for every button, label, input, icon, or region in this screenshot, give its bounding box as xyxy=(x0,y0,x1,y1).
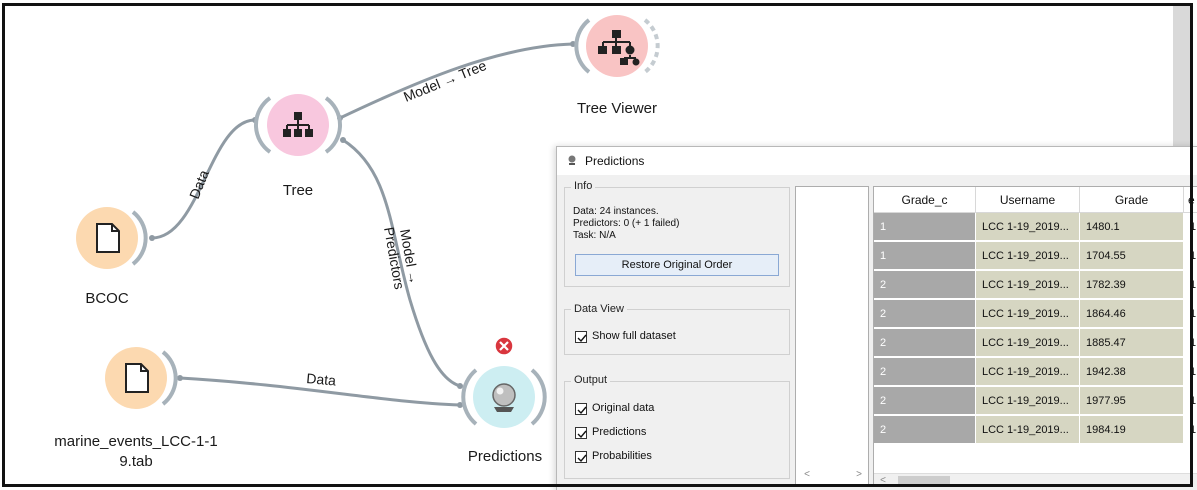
cell-e[interactable]: 1 xyxy=(1184,387,1197,415)
document-icon xyxy=(125,363,149,393)
cell-grade[interactable]: 1942.38 xyxy=(1080,358,1184,386)
node-label-bcoc: BCOC xyxy=(85,290,129,307)
cell-grade[interactable]: 1984.19 xyxy=(1080,416,1184,444)
cell-username[interactable]: LCC 1-19_2019... xyxy=(976,358,1080,386)
info-predictors-line: Predictors: 0 (+ 1 failed) xyxy=(573,218,680,229)
cell-e[interactable]: 1 xyxy=(1184,416,1197,444)
cell-grade[interactable]: 1885.47 xyxy=(1080,329,1184,357)
cell-grade-c[interactable]: 2 xyxy=(874,387,976,415)
cell-grade-c[interactable]: 2 xyxy=(874,300,976,328)
cell-e[interactable]: 1 xyxy=(1184,271,1197,299)
checkbox-label: Probabilities xyxy=(592,450,652,462)
cell-grade[interactable]: 1977.95 xyxy=(1080,387,1184,415)
scroll-right-button[interactable]: > xyxy=(852,468,866,482)
cell-username[interactable]: LCC 1-19_2019... xyxy=(976,329,1080,357)
node-label-marine-line2: 9.tab xyxy=(119,453,153,470)
cell-e[interactable]: 1 xyxy=(1184,300,1197,328)
cell-grade-c[interactable]: 1 xyxy=(874,213,976,241)
control-area: Info Data: 24 instances. Predictors: 0 (… xyxy=(557,175,793,490)
node-label-marine-line1: marine_events_LCC-1-1 xyxy=(54,433,218,450)
node-marine-events[interactable] xyxy=(105,347,178,409)
link-label-marine-predictions: Data xyxy=(306,370,337,389)
checkmark-icon xyxy=(577,454,587,463)
orange-canvas: Data Model → Tree Model → Predictors Dat… xyxy=(0,0,1197,490)
data-table[interactable]: Grade_c Username Grade e 1 LCC 1-19_2019.… xyxy=(873,186,1197,487)
window-titlebar[interactable]: Predictions xyxy=(557,147,1197,175)
predictions-list[interactable]: < > xyxy=(795,186,869,486)
cell-e[interactable]: 1 xyxy=(1184,213,1197,241)
node-predictions[interactable] xyxy=(461,336,547,428)
cell-grade-c[interactable]: 2 xyxy=(874,416,976,444)
scroll-left-button[interactable]: < xyxy=(800,468,814,482)
cell-grade[interactable]: 1704.55 xyxy=(1080,242,1184,270)
cell-e[interactable]: 1 xyxy=(1184,329,1197,357)
cell-grade[interactable]: 1480.1 xyxy=(1080,213,1184,241)
link-anchor xyxy=(340,137,346,143)
restore-original-order-button[interactable]: Restore Original Order xyxy=(575,254,779,276)
scrollbar-thumb[interactable] xyxy=(898,476,950,486)
table-horizontal-scrollbar[interactable]: < xyxy=(874,473,1197,487)
cell-grade[interactable]: 1782.39 xyxy=(1080,271,1184,299)
cell-username[interactable]: LCC 1-19_2019... xyxy=(976,271,1080,299)
column-header-username[interactable]: Username xyxy=(976,187,1080,213)
cell-grade-c[interactable]: 2 xyxy=(874,271,976,299)
checkbox-label: Predictions xyxy=(592,426,647,438)
window-title: Predictions xyxy=(585,154,645,168)
checkbox-label: Original data xyxy=(592,402,655,414)
crystal-ball-icon xyxy=(492,383,516,412)
data-view-group-title: Data View xyxy=(571,303,627,315)
column-header-e[interactable]: e xyxy=(1184,187,1197,213)
checkbox-label: Show full dataset xyxy=(592,330,676,342)
document-icon xyxy=(96,223,120,253)
node-label-tree-viewer: Tree Viewer xyxy=(576,100,658,117)
error-x-icon xyxy=(494,336,514,356)
column-header-grade[interactable]: Grade xyxy=(1080,187,1184,213)
cell-e[interactable]: 1 xyxy=(1184,358,1197,386)
checkbox[interactable] xyxy=(575,403,587,415)
cell-username[interactable]: LCC 1-19_2019... xyxy=(976,242,1080,270)
cell-username[interactable]: LCC 1-19_2019... xyxy=(976,213,1080,241)
info-group-title: Info xyxy=(571,180,596,192)
cell-username[interactable]: LCC 1-19_2019... xyxy=(976,416,1080,444)
column-header-grade-c[interactable]: Grade_c xyxy=(874,187,976,213)
info-task-line: Task: N/A xyxy=(573,230,616,241)
node-label-predictions: Predictions xyxy=(467,448,543,465)
cell-grade-c[interactable]: 2 xyxy=(874,329,976,357)
node-bcoc[interactable] xyxy=(76,207,148,269)
cell-grade-c[interactable]: 1 xyxy=(874,242,976,270)
link-label-bcoc-tree: Data xyxy=(186,168,212,202)
checkbox[interactable] xyxy=(575,427,587,439)
cell-username[interactable]: LCC 1-19_2019... xyxy=(976,387,1080,415)
cell-e[interactable]: 1 xyxy=(1184,242,1197,270)
node-tree[interactable] xyxy=(253,94,343,156)
cell-grade[interactable]: 1864.46 xyxy=(1080,300,1184,328)
link-anchor xyxy=(149,235,155,241)
checkmark-icon xyxy=(577,406,587,415)
cell-grade-c[interactable]: 2 xyxy=(874,358,976,386)
output-group-title: Output xyxy=(571,374,611,386)
node-tree-viewer[interactable] xyxy=(574,15,660,77)
node-label-tree: Tree xyxy=(282,182,314,199)
checkbox[interactable] xyxy=(575,331,587,343)
link-anchor xyxy=(457,383,463,389)
predictions-window: Predictions Info Data: 24 instances. Pre… xyxy=(556,146,1197,490)
predictions-window-icon xyxy=(568,155,576,165)
checkbox[interactable] xyxy=(575,451,587,463)
link-label-tree-treeviewer: Model → Tree xyxy=(401,57,489,105)
info-data-line: Data: 24 instances. xyxy=(573,206,659,217)
cell-username[interactable]: LCC 1-19_2019... xyxy=(976,300,1080,328)
scroll-left-button[interactable]: < xyxy=(876,474,890,487)
canvas-vertical-scrollbar[interactable] xyxy=(1173,6,1191,146)
link-anchor xyxy=(177,375,183,381)
checkmark-icon xyxy=(577,334,587,343)
checkmark-icon xyxy=(577,430,587,439)
